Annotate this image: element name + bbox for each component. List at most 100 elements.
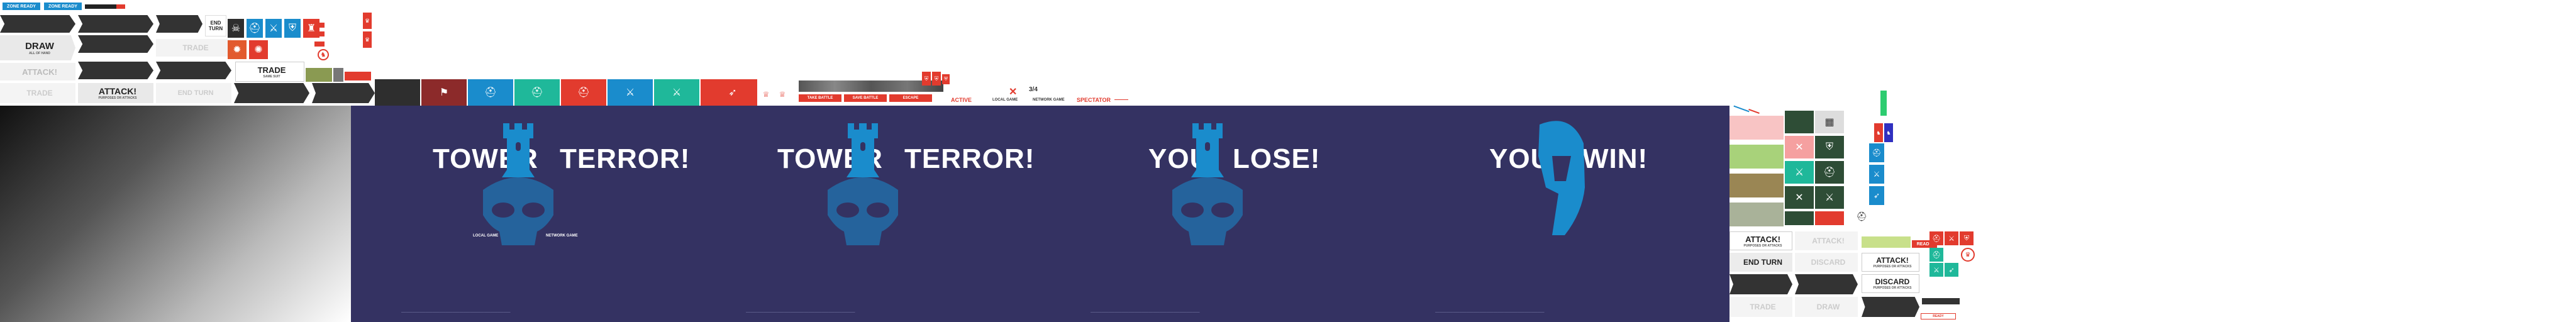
- tile-red-helmet: ⛑: [561, 79, 606, 106]
- attack-title-right-faded: ATTACK!: [1812, 236, 1845, 245]
- take-battle-tag[interactable]: TAKE BATTLE: [799, 94, 841, 102]
- network-game-menu-item[interactable]: NETWORK GAME: [546, 234, 578, 238]
- tile-red-flag: ⚑: [421, 79, 467, 106]
- spectator-label: SPECTATOR: [1077, 97, 1111, 103]
- grid-tile-teal: ⚔: [1785, 161, 1814, 184]
- grid-tile-dark-3: [1785, 211, 1814, 225]
- teal-sq-arrow: ➶: [1945, 263, 1958, 277]
- discard-panel[interactable]: DISCARD PURPOSES OR ATTACKS: [1862, 274, 1919, 293]
- attack2-panel[interactable]: ATTACK! PURPOSES OR ATTACKS: [1862, 253, 1919, 272]
- red-sq-sword: ⚔: [1945, 231, 1958, 245]
- olive-strip: [1862, 236, 1911, 248]
- tile-teal-sword: ⚔: [654, 79, 699, 106]
- trade-subtitle: SAME SUIT: [263, 74, 280, 79]
- attack-subtitle: PURPOSES OR ATTACKS: [98, 96, 137, 100]
- discard-subtitle: PURPOSES OR ATTACKS: [1873, 286, 1912, 290]
- card-tile-strip-2: ➶: [708, 79, 758, 106]
- red-marker: [314, 23, 325, 28]
- crown-icon-row: ♕ ♕: [758, 88, 796, 101]
- grid-tile-pink: ✕: [1785, 136, 1814, 158]
- trade-panel[interactable]: TRADE SAME SUIT: [235, 62, 304, 82]
- info-arrow-panel-8: [312, 83, 375, 103]
- brown-block: [1729, 174, 1784, 197]
- escape-badge-group: ⛨ ⛨ ⛨: [922, 72, 953, 92]
- lose-word: LOSE!: [1233, 143, 1321, 174]
- attack-panel-faded: ATTACK!: [0, 63, 75, 80]
- info-arrow-panel-5: [156, 15, 203, 33]
- red-sq-shield: ⛨: [1960, 231, 1974, 245]
- draw-panel[interactable]: DRAW ALL OF HAND: [0, 35, 75, 60]
- zone-ready-button[interactable]: ZONE READY: [3, 3, 40, 10]
- teal-sq-helmet: ⛑: [1929, 248, 1943, 262]
- red-shield-icon-2: ⛨: [932, 72, 941, 86]
- credits-footer: ────────────────────────────────────────…: [401, 311, 511, 314]
- active-label: ACTIVE: [951, 97, 972, 103]
- olive-block: [306, 68, 332, 82]
- close-icon[interactable]: ✕: [1009, 86, 1017, 98]
- tower-icon: [1189, 123, 1226, 177]
- save-battle-tag[interactable]: SAVE BATTLE: [844, 94, 887, 102]
- info-arrow-panel-2: [78, 15, 153, 33]
- teal-sq-sword: ⚔: [1929, 263, 1943, 277]
- grid-tile-dark-2: ✕: [1785, 186, 1814, 209]
- title-screen-1: TOWER TERROR! LOCAL GAME NETWORK GAME ──…: [351, 106, 696, 322]
- trade-title-right-faded: TRADE: [1750, 303, 1776, 311]
- info-arrow-panel: [0, 15, 75, 33]
- zone-ready-button-alt[interactable]: ZONE READY: [44, 3, 82, 10]
- escape-tag[interactable]: ESCAPE: [889, 94, 932, 102]
- end-turn-panel[interactable]: END TURN: [1729, 253, 1792, 272]
- tile-teal-helmet: ⛑: [514, 79, 560, 106]
- shield-card-icon: ⛨: [284, 19, 301, 38]
- credits-footer: ────────────────────────────────────────…: [1435, 311, 1545, 314]
- grid-tile-teal-3: ⚔: [1815, 186, 1844, 209]
- stone-block: [333, 68, 343, 82]
- skull-icon: [821, 171, 904, 247]
- attack2-title: ATTACK!: [1876, 256, 1909, 265]
- tower-icon: [844, 123, 882, 177]
- info-arrow-panel-r2: [1795, 274, 1858, 294]
- health-bar-fill: [116, 4, 125, 9]
- attack-subtitle-right: PURPOSES OR ATTACKS: [1743, 243, 1782, 248]
- credits-footer: ────────────────────────────────────────…: [1091, 311, 1200, 314]
- dark-label-strip: [1922, 298, 1960, 304]
- fire-card-icon: ✹: [228, 40, 247, 59]
- red-dash-line: [1114, 99, 1128, 100]
- attack-title-right: ATTACK!: [1745, 234, 1780, 244]
- number-display: 3/4: [1029, 86, 1038, 93]
- blue-tile-sword: ⚔: [1869, 165, 1884, 184]
- green-banner-icon: [1880, 91, 1887, 116]
- red-shield-icon-3: ⛨: [942, 74, 950, 84]
- badge-icon-2: ♛: [363, 31, 372, 48]
- skull-icon: [1166, 171, 1249, 247]
- local-game-menu-item[interactable]: LOCAL GAME: [473, 234, 498, 238]
- discard-title: DISCARD: [1875, 277, 1910, 286]
- end-turn-panel-faded: END TURN: [156, 83, 231, 103]
- blue-tile-arrow: ➶: [1869, 186, 1884, 205]
- end-turn-button[interactable]: END TURN: [205, 15, 226, 36]
- lose-screen: YOU LOSE! ──────────────────────────────…: [1040, 106, 1385, 322]
- title-right-word: TERROR!: [904, 143, 1035, 174]
- tile-red-arrow: ➶: [708, 79, 757, 106]
- card-tile-strip: ⚑ ⛑ ⛑ ⛑ ⚔ ⚔ ⚔: [375, 79, 752, 106]
- attack-panel-right[interactable]: ATTACK! PURPOSES OR ATTACKS: [1729, 231, 1792, 250]
- draw-title: DRAW: [25, 40, 54, 52]
- local-game-label[interactable]: LOCAL GAME: [992, 98, 1018, 102]
- trade-title: TRADE: [257, 65, 286, 75]
- red-sq-helmet: ⛑: [1929, 231, 1943, 245]
- win-word: WIN!: [1582, 143, 1648, 174]
- ready-button-2[interactable]: READY: [1921, 313, 1956, 319]
- tile-empty-left: [375, 79, 420, 106]
- draw-title-right-faded: DRAW: [1816, 303, 1840, 311]
- discard-title-faded: DISCARD: [1811, 258, 1846, 267]
- red-crest-icon: ♞: [1874, 123, 1883, 142]
- blue-tile-helmet: ⛑: [1869, 143, 1884, 162]
- network-game-label[interactable]: NETWORK GAME: [1033, 98, 1065, 102]
- info-arrow-panel-4: [78, 62, 153, 79]
- attack-panel[interactable]: ATTACK! PURPOSES OR ATTACKS: [78, 83, 153, 103]
- grid-tile-teal-2: ⛑: [1815, 161, 1844, 184]
- attack-title: ATTACK!: [98, 86, 137, 96]
- sprite-atlas-right: ✕ ⚔ ✕ ▦ ⛨ ⛑ ⚔ ♞ ♞ ⛑ ⚔ ➶ ⛑ READY ATTACK! …: [1729, 75, 2044, 322]
- title-right-word: TERROR!: [560, 143, 691, 174]
- grey-block: [1729, 203, 1784, 226]
- end-turn-title: END TURN: [1743, 258, 1782, 267]
